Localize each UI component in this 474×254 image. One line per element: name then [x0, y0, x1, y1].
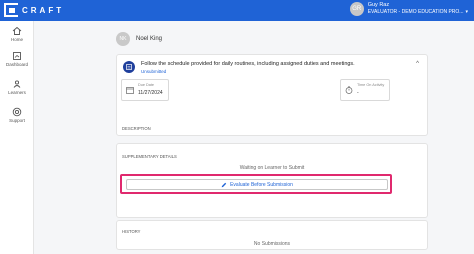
- no-submissions-text: No Submissions: [253, 241, 291, 247]
- evaluate-highlight: Evaluate Before Submission: [120, 174, 392, 194]
- task-icon: [123, 61, 135, 73]
- sidebar-item-support[interactable]: Support: [0, 107, 34, 123]
- pencil-icon: [221, 182, 227, 187]
- user-menu[interactable]: GR Guy Raz EVALUATOR - DEMO EDUCATION PR…: [349, 2, 468, 16]
- sidebar: Home Dashboard Learners Support: [0, 21, 34, 254]
- history-label: HISTORY: [122, 229, 141, 234]
- due-date-label: Due Date: [138, 83, 155, 87]
- time-on-activity-field: Time On Activity -: [340, 79, 390, 101]
- sidebar-item-home[interactable]: Home: [0, 26, 34, 42]
- user-avatar: GR: [349, 2, 364, 16]
- support-icon: [12, 107, 22, 117]
- learner-avatar: NK: [116, 32, 130, 46]
- calendar-icon: [126, 87, 134, 94]
- timer-icon: [345, 86, 353, 94]
- learners-icon: [13, 80, 21, 88]
- waiting-text: Waiting on Learner to Submit: [239, 165, 305, 171]
- chevron-down-icon[interactable]: ▾: [465, 9, 468, 15]
- time-on-activity-label: Time On Activity: [357, 83, 385, 87]
- top-bar: CRAFT GR Guy Raz EVALUATOR - DEMO EDUCAT…: [0, 0, 474, 21]
- chevron-up-icon[interactable]: ^: [416, 61, 419, 67]
- learner-header: NK Noel King: [116, 32, 162, 46]
- main-content: NK Noel King Follow the schedule provide…: [34, 21, 474, 254]
- description-label: DESCRIPTION: [122, 126, 151, 131]
- time-on-activity-value: -: [357, 90, 359, 96]
- logo-mark-icon: [4, 3, 18, 17]
- sidebar-item-label: Dashboard: [5, 62, 28, 67]
- logo-text: CRAFT: [22, 5, 65, 15]
- user-role: EVALUATOR - DEMO EDUCATION PRO...: [367, 9, 464, 15]
- craft-logo[interactable]: CRAFT: [4, 3, 64, 17]
- home-icon: [12, 26, 22, 35]
- supplementary-card: SUPPLEMENTARY DETAILS Waiting on Learner…: [116, 143, 428, 218]
- supplementary-label: SUPPLEMENTARY DETAILS: [122, 154, 177, 159]
- task-title: Follow the schedule provided for daily r…: [141, 61, 355, 67]
- task-card: Follow the schedule provided for daily r…: [116, 54, 428, 136]
- sidebar-item-dashboard[interactable]: Dashboard: [0, 51, 34, 67]
- due-date-field: Due Date 11/27/2024: [121, 79, 169, 101]
- sidebar-item-label: Home: [10, 37, 23, 42]
- sidebar-item-label: Support: [9, 118, 25, 123]
- dashboard-icon: [13, 52, 21, 60]
- sidebar-item-label: Learners: [8, 90, 26, 95]
- evaluate-before-submission-button[interactable]: Evaluate Before Submission: [126, 179, 388, 190]
- history-card: HISTORY No Submissions: [116, 220, 428, 250]
- learner-name: Noel King: [136, 36, 163, 42]
- due-date-value: 11/27/2024: [138, 90, 163, 96]
- task-status: Unsubmitted: [141, 69, 167, 74]
- evaluate-button-label: Evaluate Before Submission: [230, 181, 293, 188]
- user-name: Guy Raz: [367, 2, 390, 8]
- sidebar-item-learners[interactable]: Learners: [0, 79, 34, 95]
